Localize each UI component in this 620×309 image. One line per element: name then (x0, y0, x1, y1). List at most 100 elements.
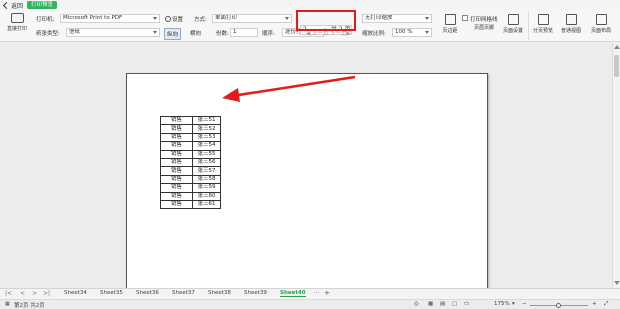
view-reading-icon[interactable]: ▭ (464, 301, 469, 307)
copies-value: 1 (233, 29, 237, 35)
tab-sheet35[interactable]: Sheet35 (100, 290, 123, 296)
vertical-scrollbar[interactable] (612, 43, 620, 288)
zoom-select[interactable]: 100 % (392, 28, 432, 37)
page-break-label: 分页预览 (532, 28, 553, 34)
table-row: 销售 张三54 (160, 141, 221, 151)
method-label: 方式: (194, 17, 207, 23)
sheet-tabs-bar: |< < > >| Sheet34 Sheet35 Sheet36 Sheet3… (0, 288, 620, 299)
normal-view-label: 普通视图 (560, 28, 581, 34)
add-sheet-button[interactable]: + (324, 289, 330, 297)
page-setup-button[interactable]: 页面设置 (500, 14, 526, 34)
table-row: 销售 张三52 (160, 124, 221, 134)
view-page-icon[interactable]: ▢ (452, 301, 457, 307)
chevron-down-icon (153, 31, 157, 34)
divider (528, 12, 529, 40)
paper-type-label: 纸张类型: (36, 31, 60, 37)
paper-type-select[interactable]: 信纸 (66, 28, 160, 37)
landscape-toggle[interactable]: 横向 (190, 29, 201, 37)
view-grid-icon[interactable]: ▦ (428, 301, 433, 307)
zoom-in-icon[interactable]: + (592, 301, 597, 307)
page-break-preview-button[interactable]: 分页预览 (530, 14, 556, 34)
zoom-label: 缩放比例: (362, 31, 386, 37)
tab-sheet38[interactable]: Sheet38 (208, 290, 231, 296)
name-cell: 张三61 (192, 199, 221, 210)
portrait-toggle[interactable]: 纵向 (164, 28, 182, 40)
portrait-label: 纵向 (167, 32, 179, 38)
print-preview-badge: 打印预览 (27, 1, 58, 9)
settings-button[interactable]: 设置 (165, 15, 183, 23)
tab-sheet34[interactable]: Sheet34 (64, 290, 87, 296)
method-select[interactable]: 单面打印 (212, 14, 292, 23)
direct-print-label: 直接打印 (6, 26, 27, 32)
status-bar: ▦ 第2页 共2页 ◎ ▦ ▤ ▢ ▭ 175% ▾ − + ⤢ (0, 299, 620, 309)
margins-button[interactable]: 页边距 (438, 14, 462, 34)
tab-sheet37[interactable]: Sheet37 (172, 290, 195, 296)
fit-screen-icon[interactable]: ⤢ (604, 301, 608, 308)
scroll-down-icon[interactable] (614, 281, 620, 285)
dept-cell: 销售 (160, 174, 193, 185)
more-tabs-button[interactable]: ··· (314, 290, 319, 296)
table-row: 销售 张三57 (160, 166, 221, 176)
method-value: 单面打印 (215, 15, 238, 21)
name-cell: 张三52 (192, 124, 221, 134)
gridlines-label: 打印网格线 (470, 17, 498, 23)
page-number-highlight (296, 10, 356, 31)
copies-input[interactable]: 1 (230, 28, 258, 37)
tab-sheet36[interactable]: Sheet36 (136, 290, 159, 296)
scale-value: 无打印缩放 (365, 15, 393, 21)
back-label: 返回 (11, 3, 24, 10)
table-row: 销售 张三60 (160, 191, 221, 201)
zoom-slider-knob[interactable] (556, 303, 561, 308)
zoom-dropdown-icon[interactable]: ▾ (512, 301, 515, 307)
zoom-out-icon[interactable]: − (522, 301, 527, 307)
page-info: 第2页 共2页 (14, 303, 45, 309)
direct-print-button[interactable]: 直接打印 (4, 13, 30, 32)
chevron-down-icon (425, 17, 429, 20)
name-cell: 张三59 (192, 183, 221, 193)
dept-cell: 销售 (160, 191, 193, 201)
table-row: 销售 张三53 (160, 132, 221, 143)
scroll-up-icon[interactable] (614, 45, 620, 49)
page-setup-icon (507, 14, 519, 25)
next-sheet-icon[interactable]: > (32, 290, 37, 297)
data-table: 销售 张三51 销售 张三52 销售 张三53 销售 张三54 销售 张三55 销售 张三56 销售 张三… (160, 115, 221, 210)
printer-select[interactable]: Microsoft Print to PDF (60, 14, 160, 23)
name-cell: 张三60 (192, 191, 221, 201)
dept-cell: 销售 (160, 124, 193, 134)
last-sheet-icon[interactable]: >| (43, 290, 50, 297)
chevron-down-icon (153, 17, 157, 20)
page-layout-button[interactable]: 页面布局 (587, 14, 615, 34)
paper-type-value: 信纸 (69, 29, 81, 35)
back-button[interactable]: 返回 (2, 1, 24, 10)
table-row: 销售 张三51 (160, 115, 221, 126)
view-layout-icon[interactable]: ▤ (440, 301, 445, 307)
zoom-value: 100 % (395, 29, 413, 35)
name-cell: 张三57 (192, 166, 221, 176)
table-row: 销售 张三58 (160, 174, 221, 185)
scroll-thumb[interactable] (614, 55, 619, 77)
landscape-label: 横向 (190, 31, 202, 37)
zoom-slider[interactable] (530, 303, 588, 308)
tab-sheet40[interactable]: Sheet40 (280, 290, 306, 297)
prev-sheet-icon[interactable]: < (20, 290, 25, 297)
header-footer-label: 页眉页脚 (473, 25, 494, 31)
normal-view-button[interactable]: 普通视图 (558, 14, 584, 34)
dept-cell: 销售 (160, 157, 193, 168)
name-cell: 张三51 (192, 115, 221, 126)
print-page: 销售 张三51 销售 张三52 销售 张三53 销售 张三54 销售 张三55 销售 张三56 销售 张三… (126, 73, 488, 288)
next-page-label: 下一页 (330, 31, 347, 37)
dept-cell: 销售 (160, 149, 193, 159)
first-sheet-icon[interactable]: |< (5, 290, 12, 297)
scale-select[interactable]: 无打印缩放 (362, 14, 432, 23)
table-row: 销售 张三59 (160, 183, 221, 193)
gridlines-checkbox[interactable] (462, 15, 468, 21)
dept-cell: 销售 (160, 115, 193, 126)
name-cell: 张三54 (192, 141, 221, 151)
chevron-down-icon (425, 31, 429, 34)
name-cell: 张三53 (192, 132, 221, 143)
page-break-icon (537, 14, 549, 25)
view-normal-icon[interactable]: ◎ (414, 301, 419, 307)
header-footer-button[interactable]: 页眉页脚 (469, 24, 499, 31)
tab-sheet39[interactable]: Sheet39 (244, 290, 267, 296)
name-cell: 张三55 (192, 149, 221, 159)
